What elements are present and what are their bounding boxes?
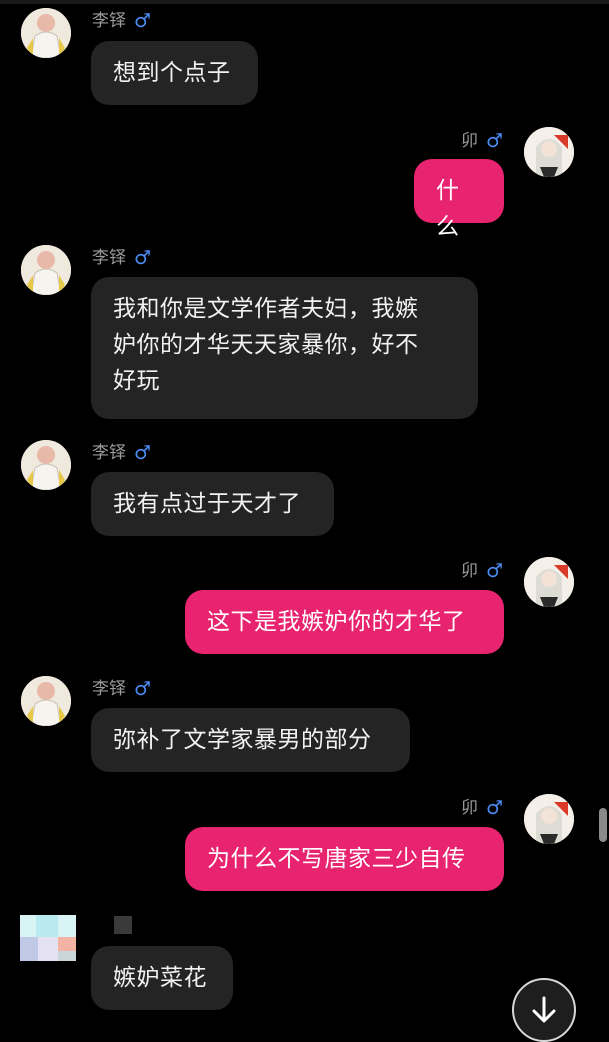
message-bubble[interactable]: 什么 <box>414 159 504 240</box>
message-bubble[interactable]: 弥补了文学家暴男的部分 <box>91 708 410 772</box>
arrow-down-icon <box>532 996 556 1023</box>
male-symbol-icon: ♂ <box>134 247 152 269</box>
male-symbol-icon: ♂ <box>134 678 152 700</box>
avatar[interactable] <box>20 915 76 963</box>
male-symbol-icon: ♂ <box>134 442 152 464</box>
male-symbol-icon: ♂ <box>486 560 504 582</box>
message-bubble[interactable]: 为什么不写唐家三少自传 <box>185 827 504 891</box>
sender-name: 李铎 <box>92 443 126 463</box>
message-bubble[interactable]: 嫉妒菜花 <box>91 946 233 1010</box>
message-bubble[interactable]: 我和你是文学作者夫妇，我嫉 妒你的才华天天家暴你，好不 好玩 <box>91 277 478 419</box>
avatar[interactable] <box>524 127 574 177</box>
message-bubble[interactable]: 我有点过于天才了 <box>91 472 334 536</box>
avatar[interactable] <box>21 440 71 490</box>
male-symbol-icon: ♂ <box>486 130 504 152</box>
sender-name: 卯 <box>461 798 478 818</box>
sender-name: 李铎 <box>92 679 126 699</box>
top-divider <box>0 0 609 4</box>
avatar[interactable] <box>21 245 71 295</box>
sender-name: 卯 <box>461 131 478 151</box>
male-symbol-icon: ♂ <box>134 10 152 32</box>
male-symbol-icon: ♂ <box>486 797 504 819</box>
message-bubble[interactable]: 这下是我嫉妒你的才华了 <box>185 590 504 654</box>
sender-name: 李铎 <box>92 248 126 268</box>
message-bubble[interactable]: 想到个点子 <box>91 41 258 105</box>
avatar[interactable] <box>21 8 71 58</box>
avatar[interactable] <box>524 794 574 844</box>
avatar[interactable] <box>524 557 574 607</box>
redacted-name-block <box>114 916 132 934</box>
sender-name: 卯 <box>461 561 478 581</box>
avatar[interactable] <box>21 676 71 726</box>
scroll-to-bottom-button[interactable] <box>512 978 576 1042</box>
scrollbar-thumb[interactable] <box>599 808 607 842</box>
sender-name: 李铎 <box>92 11 126 31</box>
